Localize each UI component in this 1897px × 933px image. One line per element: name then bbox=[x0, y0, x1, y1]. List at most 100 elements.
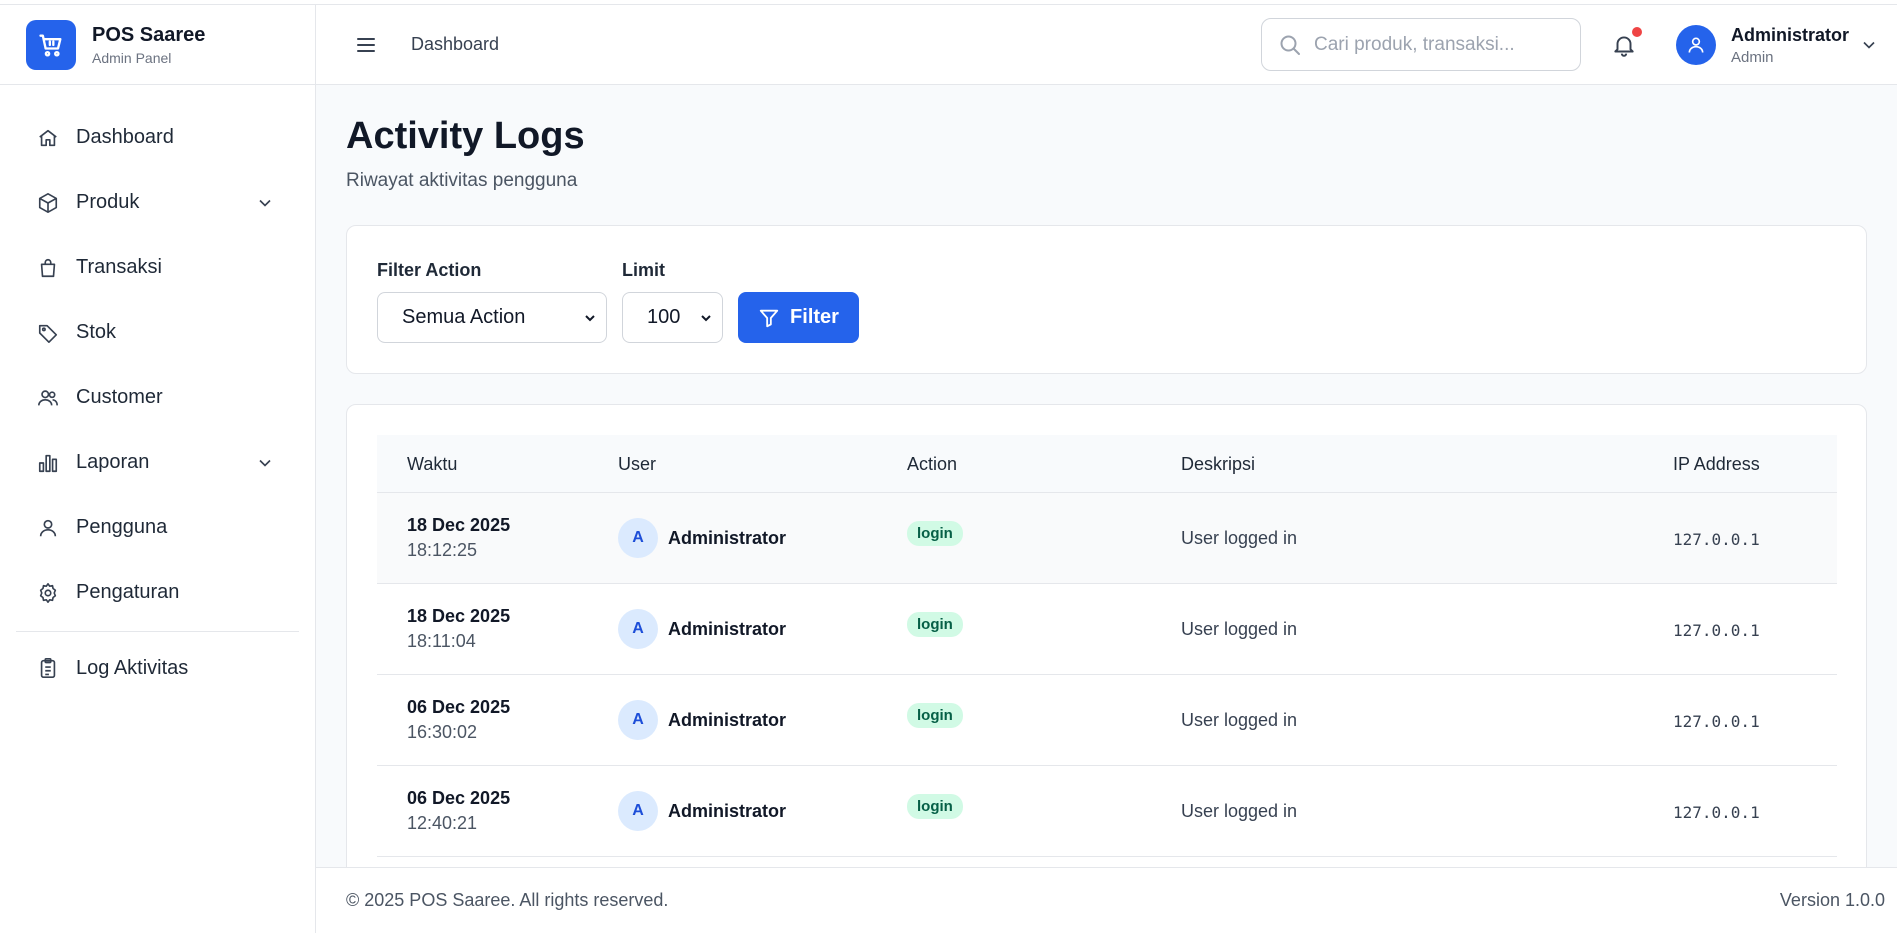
log-description: User logged in bbox=[1181, 710, 1298, 730]
filter-action-label: Filter Action bbox=[377, 260, 482, 280]
chevron-down-icon bbox=[701, 315, 711, 322]
log-time: 12:40:21 bbox=[407, 813, 478, 833]
users-icon bbox=[36, 386, 60, 410]
action-badge: login bbox=[907, 521, 963, 546]
action-badge: login bbox=[907, 612, 963, 637]
filter-button-label: Filter bbox=[790, 306, 839, 328]
table-row[interactable]: 18 Dec 2025 18:11:04 A Administrator log… bbox=[377, 584, 1837, 675]
log-user-name: Administrator bbox=[668, 527, 787, 548]
sidebar-item-laporan[interactable]: Laporan bbox=[0, 430, 315, 495]
user-avatar: A bbox=[618, 518, 658, 558]
breadcrumb: Dashboard bbox=[411, 34, 500, 54]
log-ip-address: 127.0.0.1 bbox=[1673, 803, 1760, 822]
action-badge: login bbox=[907, 794, 963, 819]
bar-chart-icon bbox=[36, 451, 60, 475]
brand-name: POS Saaree bbox=[92, 23, 206, 46]
sidebar-item-label: Dashboard bbox=[76, 126, 174, 148]
log-description: User logged in bbox=[1181, 801, 1298, 821]
log-time: 18:11:04 bbox=[407, 631, 476, 651]
sidebar-nav: Dashboard Produk Transaksi Stok Customer… bbox=[0, 85, 315, 696]
clipboard-list-icon bbox=[36, 656, 60, 680]
filter-limit-select[interactable]: 100 bbox=[622, 292, 723, 343]
log-date: 18 Dec 2025 bbox=[407, 515, 511, 535]
sidebar-divider bbox=[16, 631, 299, 632]
chevron-down-icon bbox=[585, 315, 595, 322]
filter-button[interactable]: Filter bbox=[738, 292, 859, 343]
hamburger-menu-icon[interactable] bbox=[354, 33, 378, 57]
user-avatar: A bbox=[618, 791, 658, 831]
top-header: Dashboard Administrator Admin bbox=[316, 5, 1897, 85]
user-name: Administrator bbox=[1731, 25, 1850, 45]
filter-card: Filter Action Semua Action Limit 100 Fil… bbox=[346, 225, 1867, 374]
column-header-waktu: Waktu bbox=[407, 454, 458, 474]
search-box[interactable] bbox=[1261, 18, 1581, 71]
log-date: 06 Dec 2025 bbox=[407, 697, 511, 717]
sidebar-item-label: Stok bbox=[76, 321, 117, 343]
column-header-ip-address: IP Address bbox=[1673, 454, 1760, 474]
activity-log-table: Waktu User Action Deskripsi IP Address 1… bbox=[346, 404, 1867, 933]
log-user-name: Administrator bbox=[668, 618, 787, 639]
footer-version: Version 1.0.0 bbox=[1779, 890, 1885, 910]
sidebar: POS Saaree Admin Panel Dashboard Produk … bbox=[0, 5, 316, 933]
sidebar-item-stok[interactable]: Stok bbox=[0, 300, 315, 365]
sidebar-item-label: Customer bbox=[76, 386, 163, 408]
log-ip-address: 127.0.0.1 bbox=[1673, 712, 1760, 731]
log-user-name: Administrator bbox=[668, 800, 787, 821]
brand: POS Saaree Admin Panel bbox=[0, 5, 315, 85]
notification-dot bbox=[1632, 27, 1642, 37]
log-ip-address: 127.0.0.1 bbox=[1673, 621, 1760, 640]
sidebar-item-label: Produk bbox=[76, 191, 140, 213]
filter-action-value: Semua Action bbox=[402, 306, 526, 328]
sidebar-item-produk[interactable]: Produk bbox=[0, 170, 315, 235]
column-header-user: User bbox=[618, 454, 657, 474]
user-avatar[interactable] bbox=[1676, 25, 1716, 65]
sidebar-item-customer[interactable]: Customer bbox=[0, 365, 315, 430]
table-row[interactable]: 06 Dec 2025 12:40:21 A Administrator log… bbox=[377, 766, 1837, 857]
tag-icon bbox=[36, 321, 60, 345]
shopping-bag-icon bbox=[36, 256, 60, 280]
table-row[interactable]: 18 Dec 2025 18:12:25 A Administrator log… bbox=[377, 493, 1837, 584]
log-ip-address: 127.0.0.1 bbox=[1673, 530, 1760, 549]
sidebar-item-transaksi[interactable]: Transaksi bbox=[0, 235, 315, 300]
log-date: 18 Dec 2025 bbox=[407, 606, 511, 626]
table-row[interactable]: 06 Dec 2025 16:30:02 A Administrator log… bbox=[377, 675, 1837, 766]
log-time: 18:12:25 bbox=[407, 540, 478, 560]
page-subtitle: Riwayat aktivitas pengguna bbox=[346, 170, 578, 191]
column-header-deskripsi: Deskripsi bbox=[1181, 454, 1256, 474]
home-icon bbox=[36, 126, 60, 150]
sidebar-item-dashboard[interactable]: Dashboard bbox=[0, 105, 315, 170]
sidebar-item-label: Log Aktivitas bbox=[76, 656, 189, 679]
log-date: 06 Dec 2025 bbox=[407, 788, 511, 808]
column-header-action: Action bbox=[907, 454, 958, 474]
table-header: Waktu User Action Deskripsi IP Address bbox=[377, 435, 1837, 493]
sidebar-item-label: Laporan bbox=[76, 451, 150, 473]
search-icon bbox=[1280, 35, 1300, 55]
sidebar-item-pengguna[interactable]: Pengguna bbox=[0, 495, 315, 560]
sidebar-item-log-aktivitas[interactable]: Log Aktivitas bbox=[0, 640, 315, 696]
chevron-down-icon[interactable] bbox=[1859, 35, 1879, 55]
log-description: User logged in bbox=[1181, 619, 1298, 639]
search-input[interactable] bbox=[1314, 33, 1564, 56]
user-menu[interactable]: Administrator Admin bbox=[1731, 25, 1849, 66]
log-time: 16:30:02 bbox=[407, 722, 478, 742]
brand-subtitle: Admin Panel bbox=[92, 49, 172, 66]
sidebar-item-pengaturan[interactable]: Pengaturan bbox=[0, 560, 315, 625]
funnel-icon bbox=[759, 309, 779, 327]
user-icon bbox=[36, 516, 60, 540]
filter-limit-value: 100 bbox=[647, 306, 681, 328]
chevron-down-icon bbox=[259, 199, 271, 207]
shopping-cart-icon bbox=[26, 19, 76, 70]
box-icon bbox=[36, 191, 60, 215]
filter-action-select[interactable]: Semua Action bbox=[377, 292, 607, 343]
page-title: Activity Logs bbox=[346, 115, 585, 157]
sidebar-item-label: Pengguna bbox=[76, 516, 168, 538]
sidebar-item-label: Transaksi bbox=[76, 256, 162, 278]
user-icon bbox=[1688, 37, 1704, 53]
footer: © 2025 POS Saaree. All rights reserved. … bbox=[316, 867, 1897, 933]
user-avatar: A bbox=[618, 700, 658, 740]
footer-copyright: © 2025 POS Saaree. All rights reserved. bbox=[346, 890, 669, 910]
user-role: Admin bbox=[1731, 49, 1774, 66]
log-user-name: Administrator bbox=[668, 709, 787, 730]
filter-limit-label: Limit bbox=[622, 260, 665, 280]
action-badge: login bbox=[907, 703, 963, 728]
